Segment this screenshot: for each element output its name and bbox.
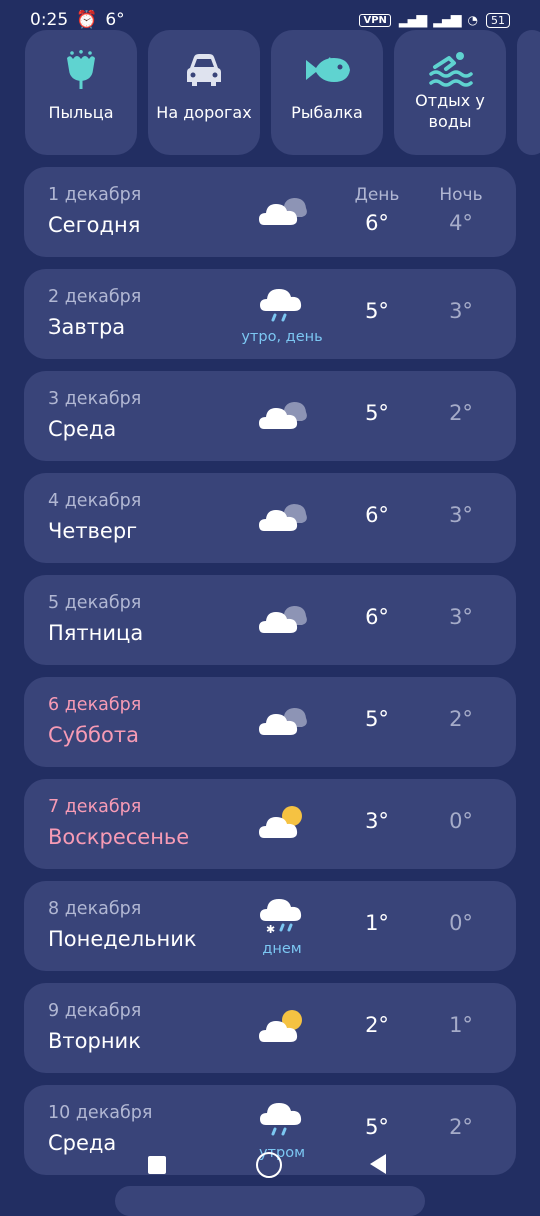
day-name: Вторник [48,1029,141,1053]
day-date: 3 декабря [48,389,142,409]
wifi-icon: ◔ [467,13,478,27]
night-temperature: 0° [449,809,473,833]
cloudy-icon [259,708,307,735]
cloudy-icon [259,606,307,633]
day-date: 6 декабря [48,695,142,715]
night-temperature: 2° [449,1115,473,1139]
signal-icon: ▂▄▆ [398,12,427,28]
tile-label: Рыбалка [291,103,363,122]
tile-roads[interactable]: На дорогах [148,30,260,155]
day-name: Суббота [48,723,139,747]
recent-apps-icon[interactable] [148,1156,166,1174]
night-temperature: 3° [449,605,473,629]
day-name: Завтра [48,315,126,339]
back-icon[interactable] [370,1154,386,1174]
tile-label: Отдых у воды [415,91,485,131]
status-temp: 6° [105,10,125,30]
day-name: Пятница [48,621,144,645]
navigation-bar [0,1140,540,1190]
night-temperature: 4° [449,211,473,235]
day-date: 7 декабря [48,797,142,817]
forecast-day-8[interactable]: 8 декабря Понедельник днем 1° 0° [24,881,516,971]
forecast-day-6[interactable]: 6 декабря Суббота 5° 2° [24,677,516,767]
night-temperature: 2° [449,401,473,425]
precipitation-time: днем [262,941,302,957]
status-time: 0:25 [30,10,69,30]
night-temperature: 1° [449,1013,473,1037]
day-temperature: 2° [365,1013,389,1037]
night-temperature: 3° [449,299,473,323]
day-date: 9 декабря [48,1001,142,1021]
day-name: Понедельник [48,927,197,951]
flower-icon [67,50,95,89]
fish-icon [306,57,350,82]
day-temperature: 5° [365,707,389,731]
forecast-day-7[interactable]: 7 декабря Воскресенье 3° 0° [24,779,516,869]
day-temperature: 6° [365,211,389,235]
forecast-day-1[interactable]: 1 декабря Сегодня День Ночь 6° 4° [24,167,516,257]
forecast-day-3[interactable]: 3 декабря Среда 5° 2° [24,371,516,461]
forecast-list: 1 декабря Сегодня День Ночь 6° 4° 2 дека… [24,167,516,1187]
snow-rain-icon [258,897,303,935]
day-temperature: 3° [365,809,389,833]
day-name: Среда [48,417,117,441]
night-temperature: 0° [449,911,473,935]
bottom-panel [115,1186,425,1216]
day-date: 1 декабря [48,185,142,205]
cloudy-icon [259,198,307,225]
night-temperature: 2° [449,707,473,731]
vpn-badge: VPN [359,13,391,27]
day-column-header: День [354,185,400,205]
cloudy-icon [259,504,307,531]
precipitation-time: утро, день [241,329,323,345]
day-temperature: 6° [365,605,389,629]
day-date: 2 декабря [48,287,142,307]
tile-more[interactable] [517,30,540,155]
forecast-day-9[interactable]: 9 декабря Вторник 2° 1° [24,983,516,1073]
day-temperature: 5° [365,401,389,425]
day-temperature: 6° [365,503,389,527]
night-temperature: 3° [449,503,473,527]
car-icon [187,54,221,86]
day-date: 5 декабря [48,593,142,613]
cloudy-icon [259,402,307,429]
swimming-icon [429,52,473,87]
forecast-day-5[interactable]: 5 декабря Пятница 6° 3° [24,575,516,665]
forecast-day-4[interactable]: 4 декабря Четверг 6° 3° [24,473,516,563]
tile-pollen[interactable]: Пыльца [25,30,137,155]
day-name: Воскресенье [48,825,190,849]
day-temperature: 5° [365,1115,389,1139]
home-icon[interactable] [256,1152,282,1178]
day-date: 4 декабря [48,491,142,511]
alarm-icon: ⏰ [76,10,98,30]
day-temperature: 5° [365,299,389,323]
day-name: Четверг [48,519,138,543]
day-name: Сегодня [48,213,141,237]
night-column-header: Ночь [439,185,483,205]
activity-tiles: Пыльца На дорогах Рыбалка Отдых у воды [25,30,540,156]
forecast-day-2[interactable]: 2 декабря Завтра утро, день 5° 3° [24,269,516,359]
rain-icon [258,1101,303,1136]
rain-icon [258,287,303,322]
partly-sunny-icon [259,1010,302,1042]
day-temperature: 1° [365,911,389,935]
partly-sunny-icon [259,806,302,838]
day-date: 10 декабря [48,1103,153,1123]
signal-icon-2: ▂▄▆ [433,12,461,28]
day-date: 8 декабря [48,899,142,919]
tile-label: Пыльца [48,103,114,122]
tile-fishing[interactable]: Рыбалка [271,30,383,155]
tile-water-rest[interactable]: Отдых у воды [394,30,506,155]
tile-label: На дорогах [156,103,252,122]
battery-icon: 51 [486,12,510,28]
